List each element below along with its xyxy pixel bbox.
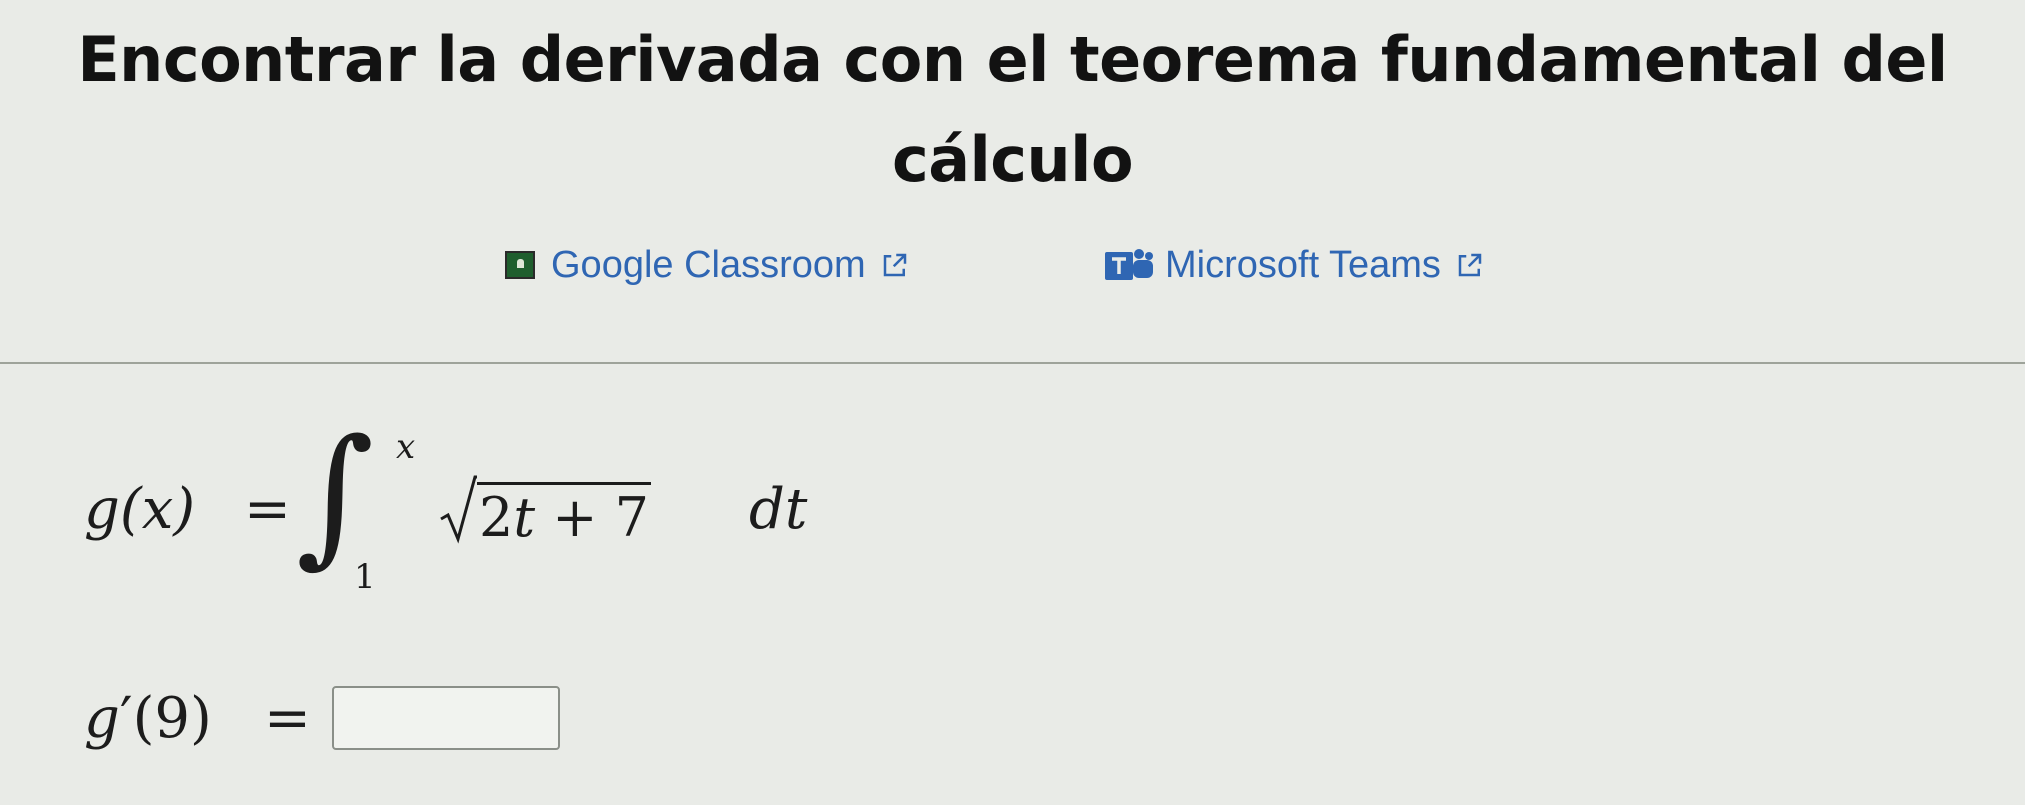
radicand-variable: t: [513, 486, 536, 549]
google-classroom-label: Google Classroom: [551, 243, 866, 286]
derivative-expression: g′(9): [84, 686, 212, 751]
function-definition-lhs: g(x): [84, 477, 196, 542]
integral-symbol: ∫: [296, 408, 375, 582]
radicand-coefficient: 2: [479, 486, 514, 549]
derivative-argument: (9): [132, 686, 212, 751]
radicand-operator: +: [535, 486, 615, 549]
radicand: 2t + 7: [477, 482, 651, 545]
exercise-page: Encontrar la derivada con el teorema fun…: [0, 0, 2025, 805]
derivative-function: g: [84, 686, 120, 751]
integral-upper-limit: x: [396, 427, 416, 467]
integral-equation: g(x) = ∫ x 1 2t + 7 dt: [84, 420, 807, 605]
section-divider: [0, 362, 2025, 364]
equals-sign: =: [244, 477, 291, 542]
square-root: 2t + 7: [439, 473, 651, 545]
microsoft-teams-icon: [1105, 249, 1153, 280]
integral-lower-limit: 1: [354, 557, 376, 597]
external-link-icon: [883, 253, 906, 277]
title-line-1: Encontrar la derivada con el teorema fun…: [77, 23, 1948, 96]
external-link-icon: [1458, 253, 1482, 277]
page-title: Encontrar la derivada con el teorema fun…: [0, 10, 2025, 210]
differential: dt: [749, 477, 808, 542]
radicand-constant: 7: [614, 486, 649, 549]
radical-sign: [440, 475, 477, 544]
title-line-2: cálculo: [891, 123, 1134, 196]
share-links: Google Classroom Microsoft Teams: [0, 235, 2025, 295]
microsoft-teams-link[interactable]: Microsoft Teams: [1103, 235, 1485, 295]
answer-equals-sign: =: [264, 686, 311, 751]
answer-input[interactable]: [332, 686, 560, 750]
google-classroom-link[interactable]: Google Classroom: [505, 235, 910, 295]
microsoft-teams-label: Microsoft Teams: [1165, 243, 1441, 286]
google-classroom-icon: [505, 251, 535, 279]
prime-mark: ′: [119, 686, 133, 751]
answer-row: g′(9) =: [84, 680, 684, 760]
